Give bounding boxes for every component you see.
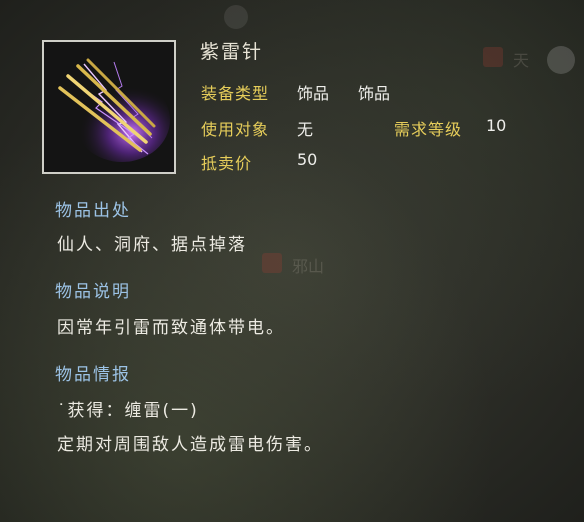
map-marker-label-top: 天 [513, 51, 530, 70]
map-marker-seal-mid [262, 253, 282, 273]
required-level-label: 需求等级 [394, 120, 463, 139]
purple-lightning-needles-icon [44, 42, 174, 172]
item-description-title: 物品说明 [55, 282, 131, 302]
use-target-value: 无 [297, 120, 314, 139]
sell-price-value: 50 [297, 150, 318, 169]
item-info-title: 物品情报 [55, 365, 131, 385]
equip-type-value-1: 饰品 [297, 84, 330, 103]
equip-type-label: 装备类型 [201, 84, 270, 103]
use-target-label: 使用对象 [201, 120, 270, 139]
item-source-title: 物品出处 [55, 201, 131, 221]
item-description-text: 因常年引雷而致通体带电。 [57, 318, 285, 338]
equip-type-value-2: 饰品 [358, 84, 391, 103]
map-marker-label-mid: 邪山 [292, 257, 325, 276]
item-info-effect-name: ˙获得：缠雷(一) [57, 401, 199, 421]
map-marker-seal-top [483, 47, 503, 67]
item-name: 紫雷针 [200, 41, 264, 63]
item-source-text: 仙人、洞府、据点掉落 [57, 235, 247, 255]
map-marker-emblem-top [224, 5, 248, 29]
item-icon-frame [42, 40, 176, 174]
sell-price-label: 抵卖价 [201, 154, 253, 173]
map-marker-emblem-right [547, 46, 575, 74]
item-info-effect-desc: 定期对周围敌人造成雷电伤害。 [57, 435, 323, 455]
required-level-value: 10 [486, 116, 507, 135]
